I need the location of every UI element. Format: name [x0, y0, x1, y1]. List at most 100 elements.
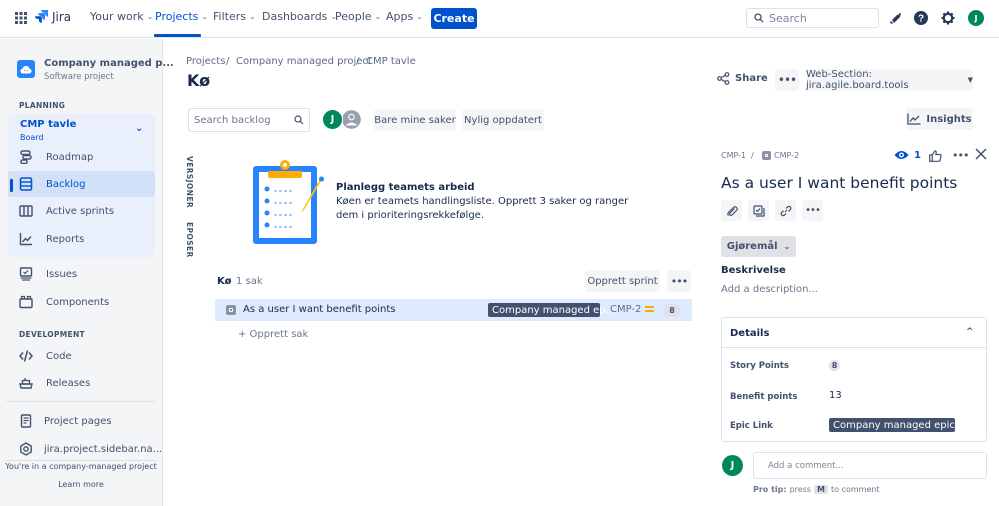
field-label-story-points: Story Points — [730, 361, 789, 371]
sidebar-item-reports[interactable]: Reports — [8, 226, 155, 252]
watchers-button[interactable]: 1 — [894, 149, 921, 161]
nav-label: Your work — [90, 10, 144, 23]
pro-tip: Pro tip: press M to comment — [753, 485, 880, 494]
nav-apps[interactable]: Apps ⌄ — [386, 10, 423, 23]
user-placeholder-icon — [341, 109, 362, 130]
user-avatar[interactable]: J — [968, 10, 984, 26]
field-value-benefit-points[interactable]: 13 — [829, 390, 842, 401]
board-switcher-name[interactable]: CMP tavle — [20, 119, 76, 130]
more-actions-button[interactable]: ••• — [802, 200, 823, 221]
create-issue-button[interactable]: + Opprett sak — [238, 329, 308, 340]
keyboard-shortcut-key: M — [814, 485, 829, 494]
sidebar-item-components[interactable]: Components — [8, 289, 155, 315]
link-issue-button[interactable] — [775, 200, 796, 221]
project-name[interactable]: Company managed p... — [44, 58, 174, 69]
description-label: Beskrivelse — [721, 265, 786, 276]
nav-people[interactable]: People ⌄ — [335, 10, 381, 23]
more-actions-button[interactable]: ••• — [775, 69, 799, 91]
comment-user-avatar: J — [722, 455, 743, 476]
breadcrumb-board[interactable]: CMP tavle — [366, 56, 416, 67]
tab-epics[interactable]: EPOSER — [185, 222, 194, 258]
parent-issue-key[interactable]: CMP-1 — [721, 151, 746, 160]
filter-recently-updated[interactable]: Nylig oppdatert — [462, 109, 544, 131]
backlog-more-button[interactable]: ••• — [667, 270, 691, 292]
settings-gear-icon[interactable] — [940, 10, 956, 26]
backlog-search-input[interactable]: Search backlog — [188, 108, 310, 132]
share-button[interactable]: Share — [717, 72, 768, 85]
nav-filters[interactable]: Filters ⌄ — [213, 10, 256, 23]
search-icon — [294, 115, 304, 125]
help-icon[interactable]: ? — [913, 10, 929, 26]
sidebar-item-roadmap[interactable]: Roadmap — [8, 144, 155, 170]
web-section-dropdown[interactable]: Web-Section: jira.agile.board.tools ▼ — [806, 69, 973, 91]
issue-title[interactable]: As a user I want benefit points — [721, 174, 957, 192]
breadcrumb-project[interactable]: Company managed project — [236, 56, 372, 67]
svg-text:?: ? — [918, 14, 924, 25]
chevron-down-icon[interactable]: ⌄ — [135, 123, 143, 134]
subtask-type-icon — [762, 151, 771, 160]
notifications-bell-icon[interactable] — [887, 10, 903, 26]
sidebar-item-backlog[interactable]: Backlog — [8, 171, 155, 197]
like-thumbs-up-icon[interactable] — [929, 150, 942, 162]
project-type: Software project — [44, 72, 114, 82]
top-navigation: Jira Your work ⌄ Projects ⌄ Filters ⌄ Dashb… — [0, 0, 999, 38]
development-heading: DEVELOPMENT — [19, 330, 85, 339]
create-sprint-button[interactable]: Opprett sprint — [585, 270, 660, 292]
insights-button[interactable]: Insights — [906, 108, 973, 130]
sidebar-item-issues[interactable]: Issues — [8, 261, 155, 287]
releases-icon — [19, 378, 33, 389]
app-switcher-icon[interactable] — [15, 12, 27, 24]
paperclip-icon — [726, 205, 738, 216]
sidebar-item-code[interactable]: Code — [8, 343, 155, 369]
jira-logo[interactable]: Jira — [35, 10, 71, 24]
sidebar-item-label: jira.project.sidebar.na... — [44, 443, 163, 455]
page-title: Kø — [187, 71, 211, 90]
issue-more-icon[interactable]: ••• — [952, 149, 969, 162]
breadcrumb-projects[interactable]: Projects — [186, 56, 225, 67]
sidebar-item-label: Components — [46, 296, 110, 308]
nav-dashboards[interactable]: Dashboards ⌄ — [262, 10, 337, 23]
sidebar-item-releases[interactable]: Releases — [8, 370, 155, 396]
sidebar-item-label: Roadmap — [46, 151, 94, 163]
attach-button[interactable] — [721, 200, 742, 221]
create-button[interactable]: Create — [431, 8, 477, 29]
filter-only-my-issues[interactable]: Bare mine saker — [374, 109, 456, 131]
code-icon — [19, 350, 33, 362]
status-dropdown[interactable]: Gjøremål ⌄ — [721, 236, 796, 257]
sidebar-item-active-sprints[interactable]: Active sprints — [8, 198, 155, 224]
nav-projects[interactable]: Projects ⌄ — [155, 10, 208, 23]
breadcrumb-separator: / — [226, 56, 230, 67]
pro-tip-suffix: to comment — [831, 485, 880, 494]
sidebar-divider — [6, 401, 156, 402]
issue-key[interactable]: CMP-2 — [774, 151, 799, 160]
backlog-issue-count: 1 sak — [236, 276, 263, 287]
description-input[interactable]: Add a description... — [721, 284, 818, 295]
sidebar-item-project-pages[interactable]: Project pages — [8, 408, 155, 434]
backlog-issue-row[interactable]: As a user I want benefit points Company … — [215, 299, 692, 321]
close-icon[interactable] — [975, 148, 987, 160]
nav-your-work[interactable]: Your work ⌄ — [90, 10, 153, 23]
learn-more-link[interactable]: Learn more — [0, 480, 162, 489]
sidebar-item-label: Code — [46, 350, 72, 362]
epic-lozenge[interactable]: Company managed ep... — [488, 303, 615, 317]
sidebar-item-project-settings[interactable]: jira.project.sidebar.na... — [8, 436, 162, 462]
chevron-up-icon[interactable]: ^ — [966, 327, 974, 337]
field-label-benefit-points: Benefit points — [730, 392, 798, 402]
active-nav-indicator — [154, 34, 201, 37]
comment-input[interactable]: Add a comment... — [753, 452, 987, 479]
create-subtask-button[interactable] — [748, 200, 769, 221]
pro-tip-press: press — [789, 485, 812, 494]
nav-label: Projects — [155, 10, 199, 23]
settings-icon — [20, 442, 32, 456]
details-header[interactable]: Details ^ — [722, 318, 986, 348]
board-columns-icon — [19, 205, 33, 217]
filter-avatar-user[interactable]: J — [322, 109, 343, 130]
global-search-input[interactable]: Search — [746, 8, 879, 28]
field-value-story-points[interactable]: 8 — [829, 360, 840, 371]
story-points-badge: 8 — [663, 304, 681, 317]
sidebar-item-label: Releases — [46, 377, 91, 389]
tab-versions[interactable]: VERSJONER — [185, 156, 194, 208]
issue-key[interactable]: CMP-2 — [610, 304, 641, 315]
unassigned-avatar[interactable] — [341, 109, 362, 130]
field-value-epic-link[interactable]: Company managed epic t... — [829, 418, 972, 432]
